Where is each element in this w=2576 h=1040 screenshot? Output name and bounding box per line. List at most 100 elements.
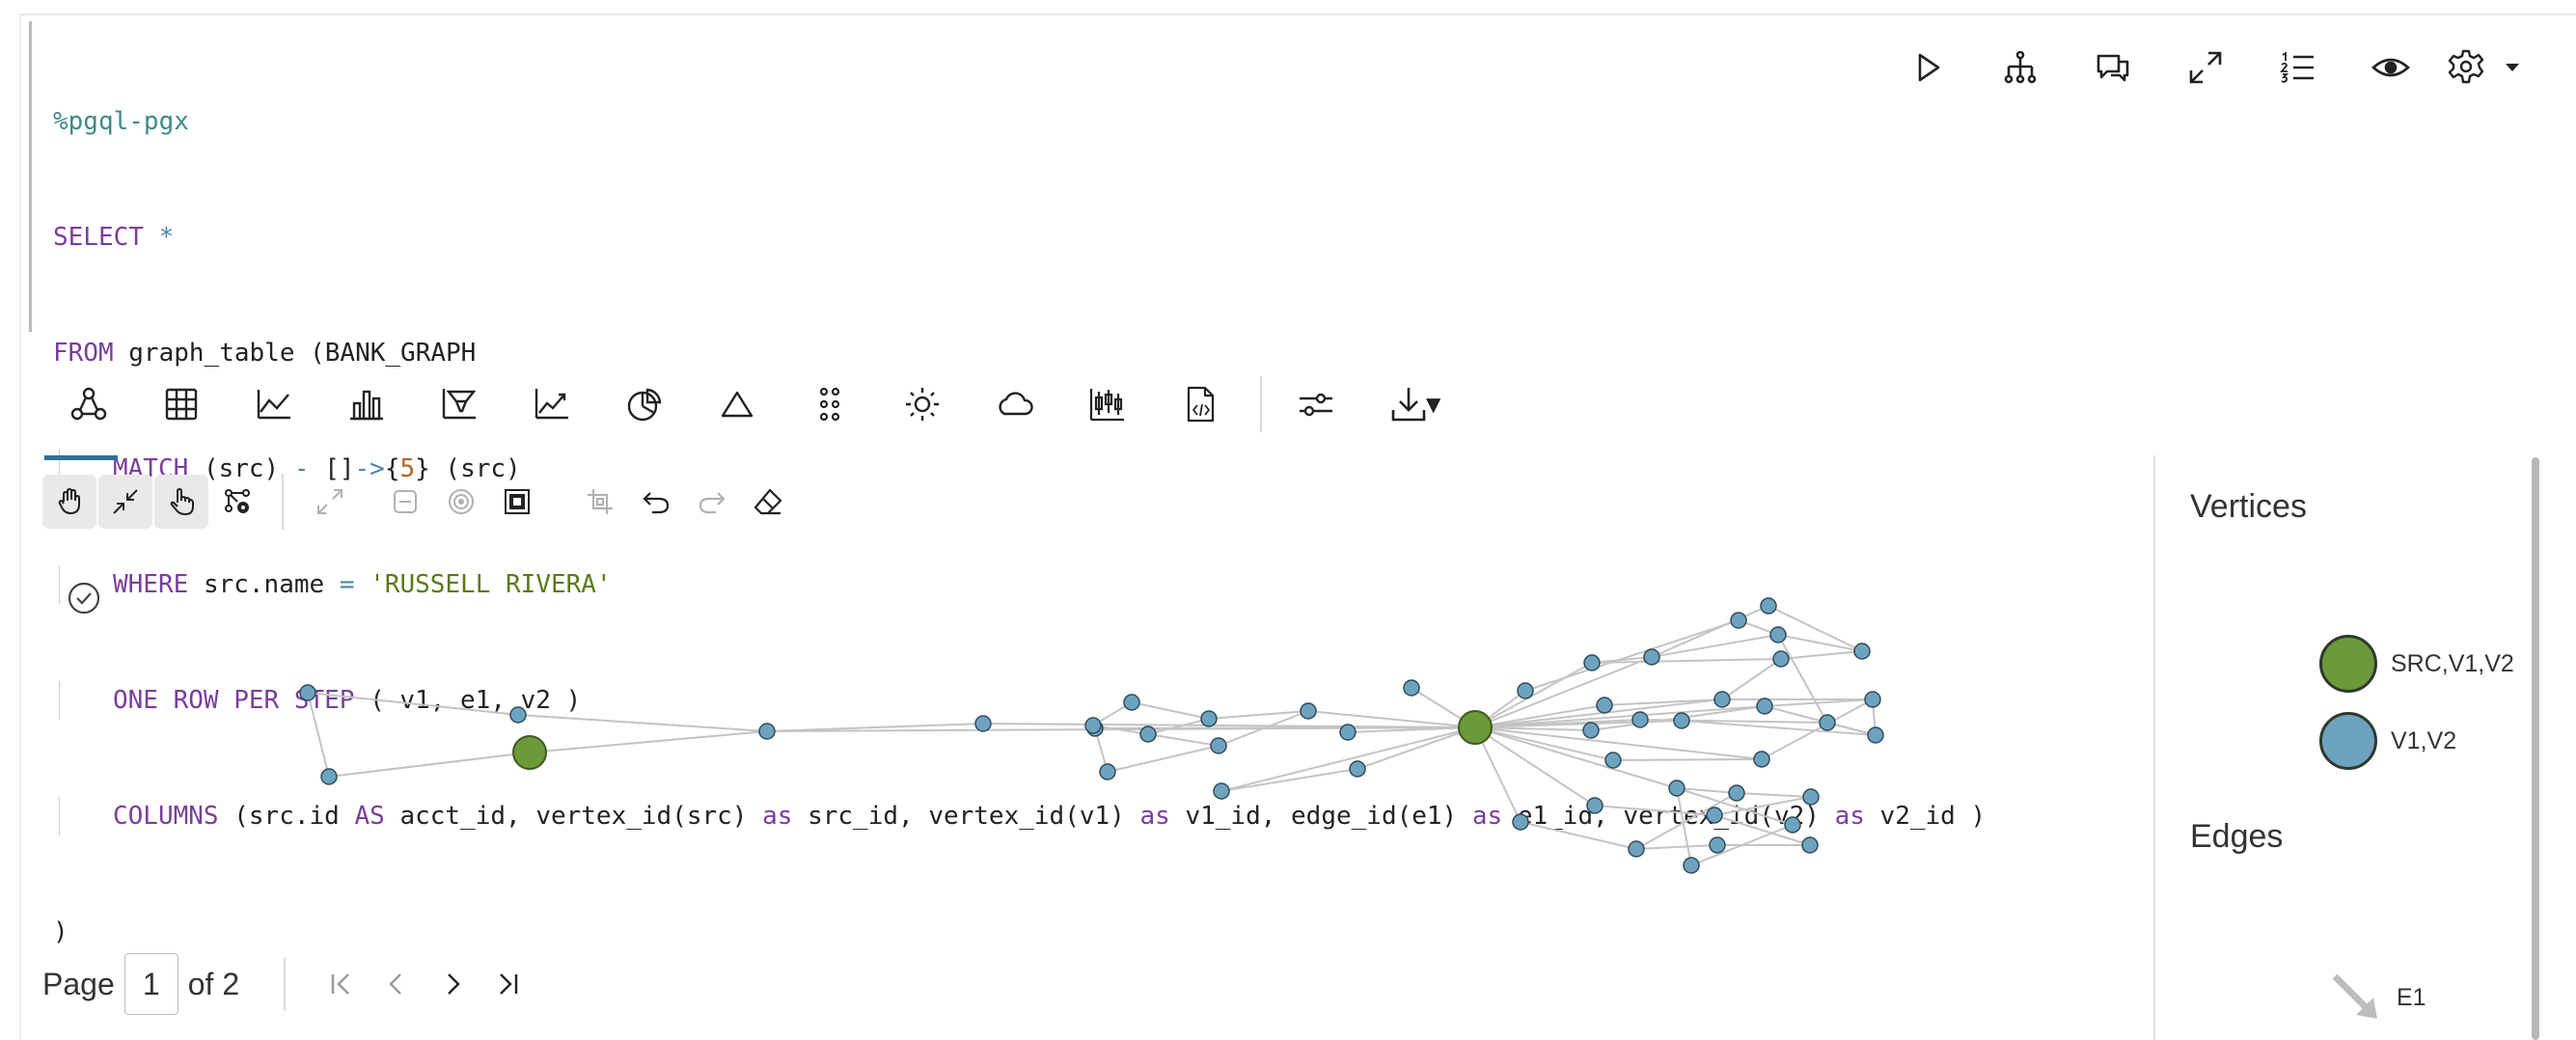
graph-edge[interactable] (307, 692, 519, 716)
graph-edge[interactable] (328, 752, 531, 778)
graph-edge[interactable] (1777, 634, 1863, 652)
graph-edge[interactable] (1736, 792, 1812, 798)
fit-icon[interactable] (303, 475, 357, 529)
previous-page-icon[interactable] (369, 955, 425, 1013)
graph-edge[interactable] (1612, 758, 1763, 761)
crop-icon[interactable] (573, 475, 627, 529)
pan-hand-icon[interactable] (42, 475, 96, 529)
bar-chart-icon[interactable] (320, 375, 413, 433)
next-page-icon[interactable] (425, 955, 480, 1013)
graph-vertex[interactable] (1583, 654, 1601, 671)
cloud-icon[interactable] (969, 375, 1061, 433)
graph-vertex[interactable] (1769, 626, 1787, 643)
first-page-icon[interactable] (313, 955, 369, 1013)
graph-vertex[interactable] (1819, 714, 1836, 731)
graph-edge[interactable] (1635, 844, 1718, 850)
graph-vertex[interactable] (509, 706, 527, 724)
graph-vertex-src[interactable] (512, 735, 547, 770)
table-icon[interactable] (135, 375, 228, 433)
graph-vertex-src[interactable] (1458, 710, 1493, 745)
graph-vertex[interactable] (1668, 780, 1685, 797)
graph-edge[interactable] (1357, 726, 1476, 770)
sunburst-icon[interactable] (876, 375, 969, 433)
graph-vertex[interactable] (974, 715, 992, 732)
graph-vertex[interactable] (1339, 724, 1357, 741)
graph-vertex[interactable] (1784, 816, 1801, 834)
collapse-icon[interactable] (98, 475, 152, 529)
graph-vertex[interactable] (758, 723, 776, 740)
triangle-chart-icon[interactable] (691, 375, 783, 433)
graph-vertex[interactable] (1300, 702, 1317, 720)
eraser-icon[interactable] (741, 475, 795, 529)
graph-vertex[interactable] (1864, 691, 1881, 708)
graph-vertex[interactable] (299, 684, 316, 701)
graph-vertex[interactable] (1801, 836, 1819, 854)
graph-vertex[interactable] (1683, 857, 1700, 874)
numbered-list-icon[interactable] (2252, 39, 2344, 96)
graph-vertex[interactable] (320, 768, 338, 785)
graph-edge[interactable] (1676, 787, 1692, 866)
graph-edge[interactable] (1594, 805, 1715, 816)
graph-vertex[interactable] (1403, 679, 1420, 697)
pie-chart-icon[interactable] (598, 375, 691, 433)
graph-edge[interactable] (1721, 658, 1782, 700)
graph-vertex[interactable] (1084, 717, 1102, 734)
graph-edge[interactable] (517, 714, 768, 732)
graph-vertex[interactable] (1709, 836, 1726, 854)
check-circle-icon[interactable] (67, 581, 101, 616)
graph-edge[interactable] (1713, 796, 1812, 816)
graph-edge[interactable] (307, 692, 330, 778)
graph-vertex[interactable] (1099, 763, 1116, 780)
pointer-hand-icon[interactable] (154, 475, 208, 529)
trend-chart-icon[interactable] (506, 375, 598, 433)
graph-vertex[interactable] (1582, 722, 1600, 739)
eye-icon[interactable] (2344, 39, 2437, 96)
graph-vertex[interactable] (1853, 643, 1871, 660)
target-icon[interactable] (434, 475, 488, 529)
graph-vertex[interactable] (1760, 597, 1777, 615)
legend-scrollbar[interactable] (2532, 457, 2539, 1040)
graph-vertex[interactable] (1753, 751, 1770, 768)
frame-icon[interactable] (490, 475, 544, 529)
graph-vertex[interactable] (1756, 698, 1773, 715)
graph-vertex[interactable] (1730, 612, 1747, 629)
graph-edge[interactable] (1107, 745, 1219, 773)
graph-edge[interactable] (1780, 650, 1863, 660)
graph-edge[interactable] (1651, 605, 1769, 658)
graph-edge[interactable] (529, 730, 768, 753)
graph-vertex[interactable] (1586, 797, 1603, 814)
dots-grid-icon[interactable] (783, 375, 876, 433)
graph-edge[interactable] (1147, 718, 1210, 735)
graph-vertex[interactable] (1213, 782, 1230, 800)
graph-vertex[interactable] (1728, 784, 1745, 802)
code-file-icon[interactable] (1154, 375, 1247, 433)
graph-vertex[interactable] (1123, 694, 1140, 711)
graph-vertex[interactable] (1713, 691, 1731, 708)
gear-icon[interactable] (2437, 39, 2495, 96)
graph-edge[interactable] (1651, 634, 1779, 658)
graph-vertex[interactable] (1596, 697, 1613, 714)
chevron-down-icon[interactable] (2495, 39, 2530, 96)
hierarchy-icon[interactable] (1974, 39, 2067, 96)
page-number-input[interactable]: 1 (123, 953, 178, 1015)
last-page-icon[interactable] (480, 955, 536, 1013)
graph-edge[interactable] (1307, 710, 1476, 728)
candlestick-icon[interactable] (1061, 375, 1154, 433)
graph-vertex[interactable] (1867, 726, 1884, 744)
network-settings-icon[interactable] (210, 475, 264, 529)
graph-vertex[interactable] (1349, 760, 1366, 778)
graph-vertex[interactable] (1139, 725, 1157, 743)
graph-edge[interactable] (1131, 701, 1210, 720)
graph-edge[interactable] (1147, 733, 1219, 747)
graph-vertex[interactable] (1210, 737, 1227, 754)
expand-icon[interactable] (2159, 39, 2252, 96)
graph-vertex[interactable] (1673, 712, 1690, 729)
graph-vertex[interactable] (1802, 788, 1820, 806)
line-chart-icon[interactable] (228, 375, 320, 433)
comments-icon[interactable] (2067, 39, 2159, 96)
legend-vertex-item[interactable]: SRC,V1,V2 (2319, 635, 2514, 693)
legend-vertex-item[interactable]: V1,V2 (2319, 712, 2456, 770)
graph-edge[interactable] (1474, 726, 1678, 789)
graph-edge[interactable] (1220, 768, 1358, 792)
legend-edge-item[interactable]: E1 (2327, 969, 2426, 1026)
